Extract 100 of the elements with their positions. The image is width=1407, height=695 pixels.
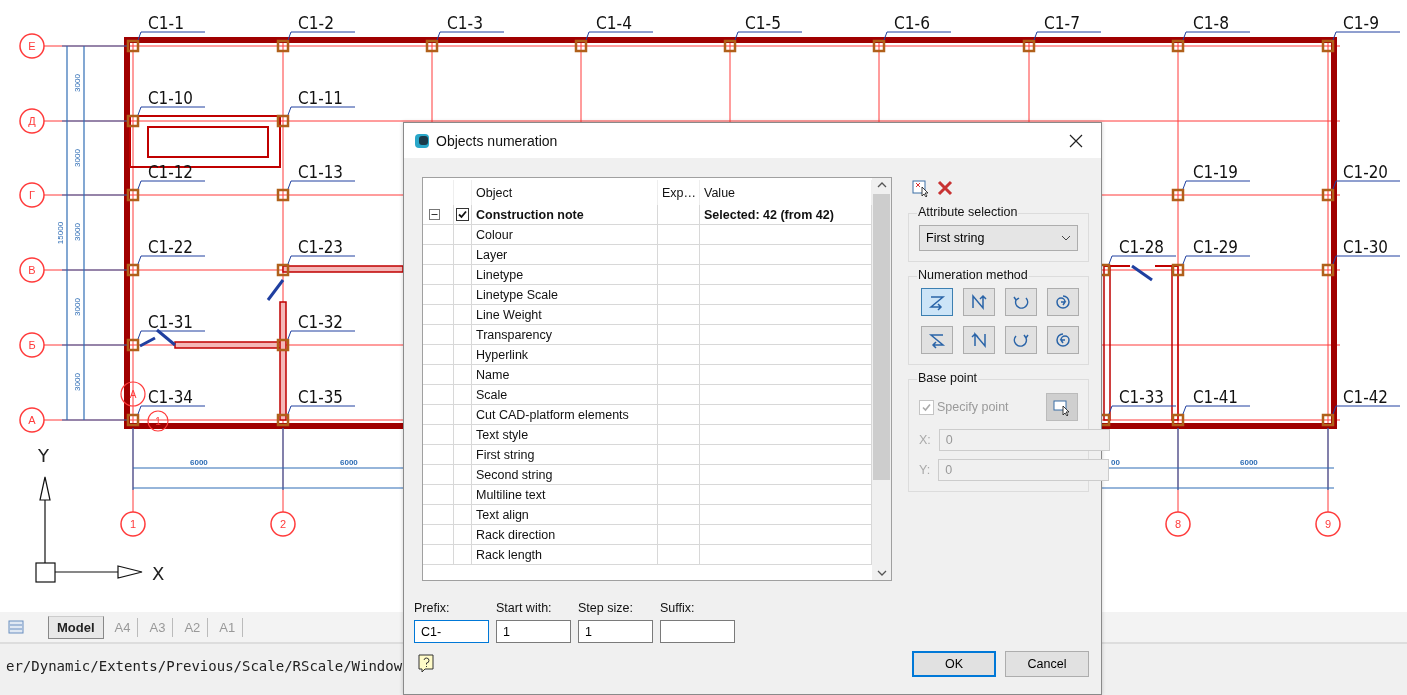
column-marker	[126, 413, 140, 427]
leader-line	[1033, 31, 1102, 41]
table-cell	[423, 545, 454, 565]
input-field[interactable]: C1-	[414, 620, 489, 643]
column-mark-label: C1-41	[1193, 387, 1244, 407]
input-field[interactable]	[660, 620, 735, 643]
column-marker	[872, 39, 886, 53]
leader-line	[1108, 405, 1177, 415]
axis-label: Е	[28, 40, 36, 52]
field-label: Step size:	[578, 601, 634, 615]
table-cell: Rack direction	[472, 525, 658, 545]
numeration-method-button[interactable]	[1047, 288, 1079, 316]
cancel-button[interactable]: Cancel	[1005, 651, 1089, 677]
table-cell	[658, 265, 700, 285]
table-cell	[423, 485, 454, 505]
layout-tab[interactable]: Model	[48, 615, 104, 639]
table-cell: Construction note	[472, 205, 658, 225]
numeration-method-button[interactable]	[963, 326, 995, 354]
checkbox[interactable]	[456, 208, 469, 221]
column-mark-label: C1-34	[148, 387, 199, 407]
table-cell: Selected: 42 (from 42)	[700, 205, 872, 225]
table-cell	[454, 245, 472, 265]
table-cell	[423, 305, 454, 325]
column-marker	[276, 188, 290, 202]
numeration-method-button[interactable]	[1005, 326, 1037, 354]
column-mark-label: C1-42	[1343, 387, 1394, 407]
numeration-method-button[interactable]	[1005, 288, 1037, 316]
scroll-up-icon[interactable]	[876, 182, 887, 188]
table-cell	[454, 325, 472, 345]
field-label: Start with:	[496, 601, 553, 615]
axis-label: А	[28, 414, 36, 426]
column-mark-label: C1-3	[447, 13, 487, 33]
table-cell: Second string	[472, 465, 658, 485]
field-label: Suffix:	[660, 601, 696, 615]
numeration-method-button[interactable]	[963, 288, 995, 316]
column-marker	[126, 263, 140, 277]
dialog-title: Objects numeration	[436, 132, 559, 149]
table-cell	[454, 505, 472, 525]
table-cell	[658, 285, 700, 305]
extension-line	[282, 427, 284, 491]
table-cell	[454, 445, 472, 465]
scrollbar[interactable]	[872, 178, 891, 580]
leader-line	[1182, 180, 1251, 190]
column-mark-label: C1-11	[298, 88, 349, 108]
column-mark-label: C1-20	[1343, 162, 1394, 182]
table-cell	[454, 265, 472, 285]
axis-bubble	[1315, 511, 1341, 537]
column-mark-label: C1-31	[148, 312, 199, 332]
table-cell	[658, 385, 700, 405]
table-cell	[423, 525, 454, 545]
column-mark-label: C1-30	[1343, 237, 1394, 257]
table-cell: Multiline text	[472, 485, 658, 505]
extension-line	[1177, 427, 1179, 491]
pick-point-button[interactable]	[1046, 393, 1078, 421]
scroll-down-icon[interactable]	[876, 570, 887, 576]
input-field[interactable]: 1	[578, 620, 653, 643]
column-mark-label: C1-9	[1343, 13, 1383, 33]
help-icon[interactable]	[418, 654, 436, 674]
attribute-dropdown[interactable]: First string	[919, 225, 1078, 251]
table-cell	[423, 245, 454, 265]
ok-button[interactable]: OK	[912, 651, 996, 677]
table-cell	[658, 505, 700, 525]
column-marker	[276, 114, 290, 128]
column-marker	[276, 263, 290, 277]
door-swing-line	[266, 279, 285, 301]
column-header[interactable]: Object	[472, 180, 658, 205]
numeration-method-button[interactable]	[921, 288, 953, 316]
collapse-icon[interactable]	[429, 209, 440, 220]
table-cell	[423, 405, 454, 425]
delete-icon[interactable]	[936, 179, 954, 197]
select-objects-icon[interactable]	[912, 179, 930, 197]
table-cell: Line Weight	[472, 305, 658, 325]
leader-line	[287, 255, 356, 265]
input-field[interactable]: 1	[496, 620, 571, 643]
table-cell: Text style	[472, 425, 658, 445]
numeration-icon	[1053, 330, 1073, 350]
leader-line	[436, 31, 505, 41]
numeration-method-button[interactable]	[921, 326, 953, 354]
column-header[interactable]: Exp…	[658, 180, 700, 205]
extension-line	[61, 344, 128, 346]
column-mark-label: C1-32	[298, 312, 349, 332]
table-cell	[423, 265, 454, 285]
table-cell	[658, 225, 700, 245]
table-cell	[658, 205, 700, 225]
column-mark-label: C1-6	[894, 13, 934, 33]
axis-bubble	[270, 511, 296, 537]
table-cell: Name	[472, 365, 658, 385]
column-mark-label: C1-29	[1193, 237, 1244, 257]
table-cell	[454, 425, 472, 445]
leader-line	[287, 330, 356, 340]
numeration-icon	[969, 330, 989, 350]
group-title: Attribute selection	[917, 205, 1019, 219]
axis-bubble	[19, 108, 45, 134]
table-cell: Linetype	[472, 265, 658, 285]
table-cell: First string	[472, 445, 658, 465]
leader-line	[1182, 405, 1251, 415]
leader-line	[1332, 405, 1401, 415]
column-marker	[1171, 39, 1185, 53]
section-mark-label: 1	[155, 416, 161, 427]
numeration-method-button[interactable]	[1047, 326, 1079, 354]
